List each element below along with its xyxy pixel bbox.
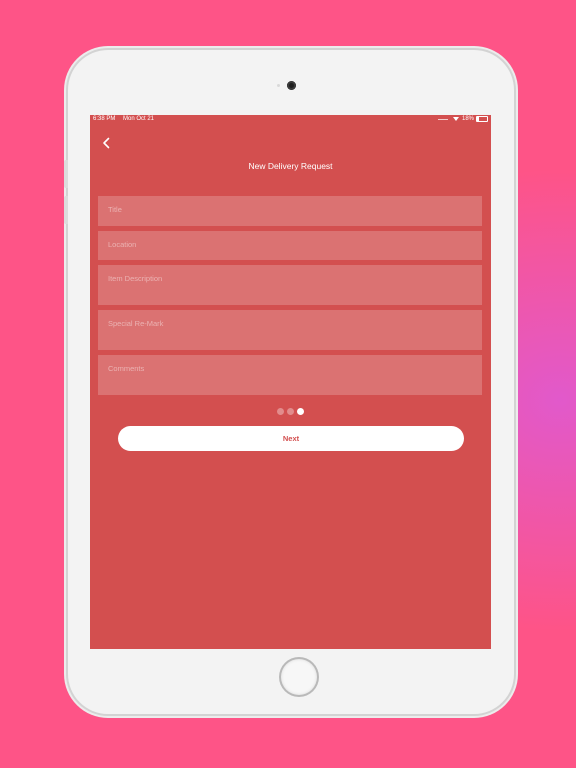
special-remark-input[interactable]: Special Re-Mark <box>98 310 482 350</box>
light-sensor <box>277 84 280 87</box>
front-camera <box>287 81 296 90</box>
location-input-placeholder: Location <box>108 240 137 249</box>
comments-input[interactable]: Comments <box>98 355 482 395</box>
battery-level <box>477 117 479 121</box>
title-input-placeholder: Title <box>108 205 122 214</box>
battery-percent: 18% <box>461 116 474 122</box>
volume-down-button <box>64 196 68 224</box>
home-button[interactable] <box>281 659 317 695</box>
app-screen: 6:38 PM Mon Oct 21 18% New Delivery Requ… <box>90 115 491 649</box>
item-description-input[interactable]: Item Description <box>98 265 482 305</box>
volume-up-button <box>64 160 68 188</box>
signal-icon <box>437 118 448 120</box>
page-dot <box>277 408 284 415</box>
status-time: 6:38 PM <box>93 116 116 122</box>
status-bar: 6:38 PM Mon Oct 21 18% <box>90 115 491 125</box>
item-description-placeholder: Item Description <box>108 274 163 283</box>
wifi-icon <box>452 117 459 121</box>
status-indicators: 18% <box>437 116 488 122</box>
special-remark-placeholder: Special Re-Mark <box>108 319 164 328</box>
next-button[interactable]: Next <box>118 426 464 451</box>
page-dot <box>297 408 304 415</box>
comments-placeholder: Comments <box>108 364 145 373</box>
status-date: Mon Oct 21 <box>123 116 155 122</box>
battery-icon <box>476 116 488 122</box>
location-input[interactable]: Location <box>98 231 482 260</box>
page-dot <box>287 408 294 415</box>
back-button[interactable] <box>100 136 114 150</box>
page-indicator <box>277 408 307 415</box>
chevron-left-icon <box>103 137 110 149</box>
page-title: New Delivery Request <box>248 161 333 171</box>
title-input[interactable]: Title <box>98 196 482 226</box>
